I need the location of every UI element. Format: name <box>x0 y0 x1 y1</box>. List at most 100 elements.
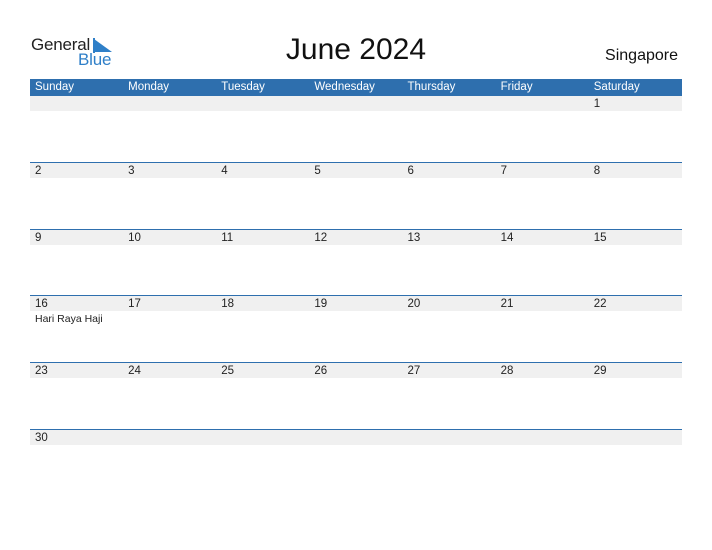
day-number: 4 <box>221 165 228 177</box>
day-cell <box>495 96 589 163</box>
day-number: 3 <box>128 165 135 177</box>
date-bar <box>402 163 496 178</box>
day-cell: 15 <box>588 230 682 297</box>
weekday-wednesday: Wednesday <box>314 81 375 93</box>
date-bar <box>30 163 124 178</box>
date-bar <box>402 430 496 445</box>
day-cell: 23 <box>30 363 124 430</box>
day-cell: 8 <box>588 163 682 230</box>
day-number: 8 <box>593 165 601 177</box>
day-number: 18 <box>221 298 235 310</box>
date-bar <box>123 96 217 111</box>
weekday-sunday: Sunday <box>35 81 75 93</box>
day-cell: 5 <box>309 163 403 230</box>
date-bar <box>495 430 589 445</box>
day-cell: 7 <box>495 163 589 230</box>
day-number: 9 <box>35 232 42 244</box>
day-cell: 28 <box>495 363 589 430</box>
weekday-friday: Friday <box>500 81 533 93</box>
day-number: 29 <box>593 365 607 377</box>
day-cell: 6 <box>402 163 496 230</box>
day-number: 7 <box>500 165 508 177</box>
day-cell: 14 <box>495 230 589 297</box>
week-row: 9 10 11 12 13 14 15 <box>30 229 682 297</box>
day-cell <box>123 430 217 497</box>
day-cell <box>216 430 310 497</box>
day-number: 28 <box>500 365 514 377</box>
day-cell <box>588 430 682 497</box>
date-bar <box>216 96 310 111</box>
day-cell: 20 <box>402 296 496 363</box>
week-row: 2 3 4 5 6 7 8 <box>30 162 682 230</box>
day-cell: 11 <box>216 230 310 297</box>
day-number: 5 <box>314 165 321 177</box>
day-cell <box>216 96 310 163</box>
day-number: 26 <box>314 365 328 377</box>
day-cell: 22 <box>588 296 682 363</box>
date-bar <box>309 163 403 178</box>
date-bar <box>216 430 310 445</box>
day-cell: 24 <box>123 363 217 430</box>
date-bar <box>495 163 589 178</box>
date-bar <box>309 430 403 445</box>
day-number: 1 <box>593 98 601 110</box>
date-bar <box>123 163 217 178</box>
week-row: 1 <box>30 96 682 163</box>
day-number: 21 <box>500 298 514 310</box>
day-number: 16 <box>35 298 48 310</box>
day-cell: 3 <box>123 163 217 230</box>
day-cell: 1 <box>588 96 682 163</box>
day-number: 14 <box>500 232 514 244</box>
day-cell: 29 <box>588 363 682 430</box>
week-row: 16 Hari Raya Haji 17 18 19 20 21 22 <box>30 295 682 363</box>
day-cell <box>402 96 496 163</box>
weekday-thursday: Thursday <box>407 81 456 93</box>
day-cell: 10 <box>123 230 217 297</box>
day-cell <box>309 96 403 163</box>
day-number: 27 <box>407 365 421 377</box>
date-bar <box>216 163 310 178</box>
day-number: 15 <box>593 232 607 244</box>
day-cell: 30 <box>30 430 124 497</box>
date-bar <box>588 163 682 178</box>
day-cell: 18 <box>216 296 310 363</box>
country-label: Singapore <box>605 47 678 64</box>
date-bar <box>30 230 124 245</box>
date-bar <box>30 96 124 111</box>
date-bar <box>123 430 217 445</box>
day-number: 19 <box>314 298 328 310</box>
weekday-saturday: Saturday <box>593 81 640 93</box>
weekday-monday: Monday <box>128 81 170 93</box>
day-number: 12 <box>314 232 328 244</box>
day-cell <box>309 430 403 497</box>
day-number: 20 <box>407 298 421 310</box>
day-number: 22 <box>593 298 607 310</box>
day-number: 23 <box>35 365 48 377</box>
day-number: 11 <box>221 232 234 244</box>
day-cell: 2 <box>30 163 124 230</box>
date-bar <box>402 96 496 111</box>
day-cell: 4 <box>216 163 310 230</box>
day-number: 30 <box>35 432 48 444</box>
day-cell: 19 <box>309 296 403 363</box>
week-row: 30 <box>30 429 682 497</box>
day-cell: 21 <box>495 296 589 363</box>
day-number: 2 <box>35 165 42 177</box>
day-number: 10 <box>128 232 141 244</box>
day-cell: 12 <box>309 230 403 297</box>
day-number: 25 <box>221 365 235 377</box>
day-cell <box>495 430 589 497</box>
weekday-header: Sunday Monday Tuesday Wednesday Thursday… <box>30 79 682 96</box>
day-number: 6 <box>407 165 414 177</box>
weekday-tuesday: Tuesday <box>221 81 265 93</box>
day-cell: 26 <box>309 363 403 430</box>
date-bar <box>495 96 589 111</box>
day-cell <box>30 96 124 163</box>
day-cell: 25 <box>216 363 310 430</box>
day-cell: 9 <box>30 230 124 297</box>
day-cell: 17 <box>123 296 217 363</box>
date-bar <box>588 430 682 445</box>
date-bar <box>588 96 682 111</box>
day-cell: 13 <box>402 230 496 297</box>
day-number: 24 <box>128 365 141 377</box>
